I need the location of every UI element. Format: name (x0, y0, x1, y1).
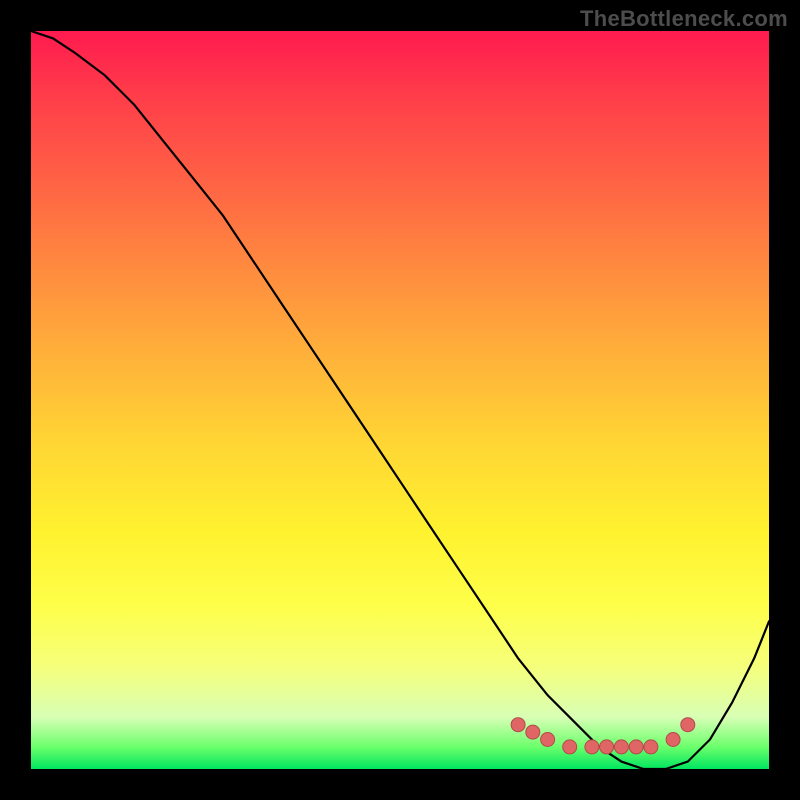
highlight-dot (681, 718, 695, 732)
highlight-dot (563, 740, 577, 754)
watermark-text: TheBottleneck.com (580, 6, 788, 32)
highlight-dot (644, 740, 658, 754)
plot-area (31, 31, 769, 769)
chart-svg (31, 31, 769, 769)
optimal-range-dots (511, 718, 695, 754)
highlight-dot (526, 725, 540, 739)
highlight-dot (541, 733, 555, 747)
highlight-dot (629, 740, 643, 754)
bottleneck-curve (31, 31, 769, 769)
chart-frame: TheBottleneck.com (0, 0, 800, 800)
highlight-dot (600, 740, 614, 754)
highlight-dot (614, 740, 628, 754)
highlight-dot (511, 718, 525, 732)
highlight-dot (585, 740, 599, 754)
highlight-dot (666, 733, 680, 747)
